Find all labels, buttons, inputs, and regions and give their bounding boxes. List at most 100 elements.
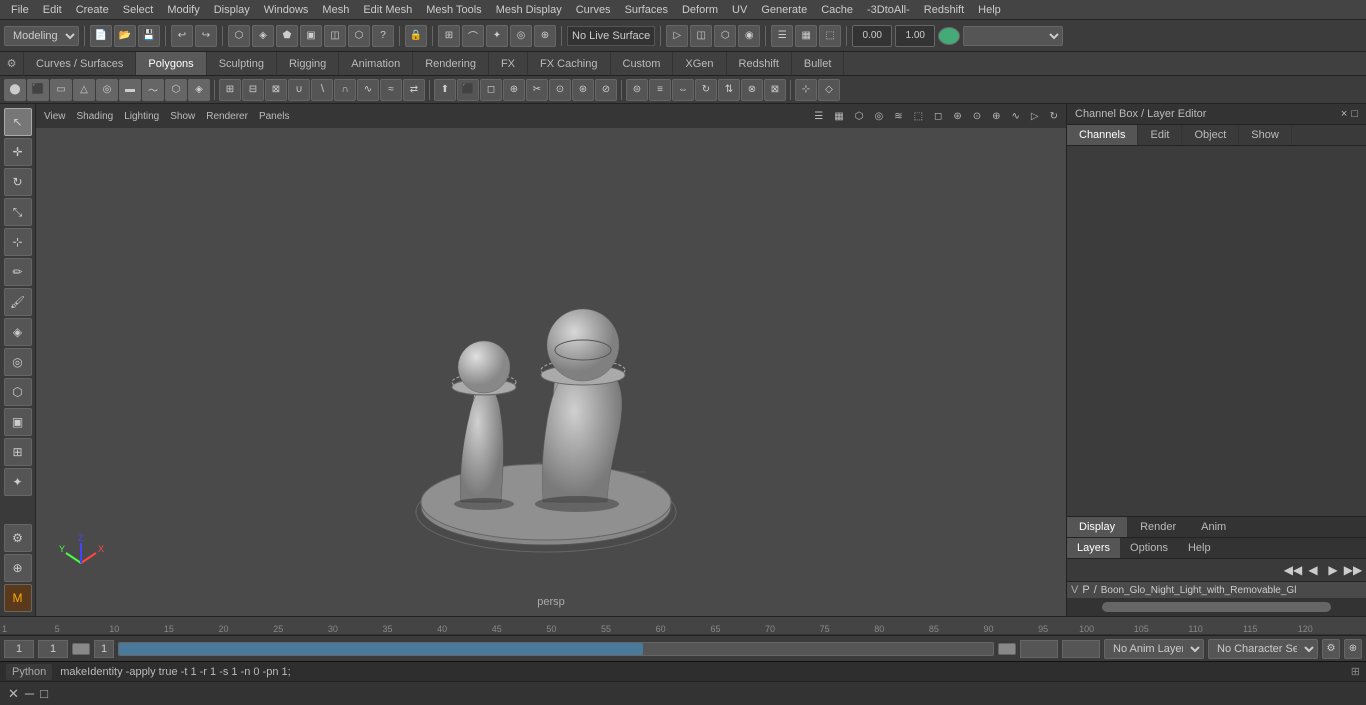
layer-scrollbar-thumb[interactable] (1102, 602, 1332, 612)
poly-special-btn[interactable]: ◈ (188, 79, 210, 101)
wedge-btn[interactable]: ◇ (818, 79, 840, 101)
tab-fx[interactable]: FX (489, 52, 528, 75)
vp-icon-10[interactable]: ⊕ (988, 111, 1004, 122)
scale-tool-btn[interactable]: ⤡ (4, 198, 32, 226)
menu-surfaces[interactable]: Surfaces (618, 0, 675, 19)
window-close-btn[interactable]: ✕ (8, 686, 19, 702)
layer-prev-prev-btn[interactable]: ◀◀ (1284, 561, 1302, 579)
menu-3dtoall[interactable]: -3DtoAll- (860, 0, 917, 19)
tool-11[interactable]: ▣ (4, 408, 32, 436)
channels-tab[interactable]: Channels (1067, 125, 1138, 145)
anim-layer-selector[interactable]: No Anim Layer (1104, 639, 1204, 659)
select-tool-btn[interactable]: ↖ (4, 108, 32, 136)
options-tab[interactable]: Options (1120, 538, 1178, 558)
snap-center[interactable]: ⊕ (534, 25, 556, 47)
lock-btn[interactable]: 🔒 (405, 25, 427, 47)
menu-edit-mesh[interactable]: Edit Mesh (356, 0, 419, 19)
spin-edge-btn[interactable]: ↻ (695, 79, 717, 101)
vp-icon-1[interactable]: ☰ (810, 111, 827, 122)
poly-sphere-btn[interactable]: ⬤ (4, 79, 26, 101)
menu-select[interactable]: Select (116, 0, 161, 19)
layer-next-next-btn[interactable]: ▶▶ (1344, 561, 1362, 579)
tab-custom[interactable]: Custom (611, 52, 674, 75)
window-minimize-btn[interactable]: ─ (25, 686, 34, 701)
tab-settings-icon[interactable]: ⚙ (0, 52, 24, 76)
layer-item[interactable]: V P / Boon_Glo_Night_Light_with_Removabl… (1067, 582, 1366, 598)
poly-prism-btn[interactable]: ⬡ (165, 79, 187, 101)
tool-13[interactable]: ✦ (4, 468, 32, 496)
bool-union-btn[interactable]: ∪ (288, 79, 310, 101)
frame-field-3[interactable] (94, 640, 114, 658)
view-btn1[interactable]: ☰ (771, 25, 793, 47)
layer-next-btn[interactable]: ▶ (1324, 561, 1342, 579)
layer-prev-btn[interactable]: ◀ (1304, 561, 1322, 579)
menu-cache[interactable]: Cache (814, 0, 860, 19)
fill-hole-btn[interactable]: ◻ (480, 79, 502, 101)
poly-torus-btn[interactable]: ◎ (96, 79, 118, 101)
render-btn2[interactable]: ◫ (690, 25, 712, 47)
separate-btn[interactable]: ⊟ (242, 79, 264, 101)
menu-windows[interactable]: Windows (257, 0, 316, 19)
object-tab[interactable]: Object (1182, 125, 1239, 145)
timeline-range-slider[interactable] (118, 642, 994, 656)
tab-sculpting[interactable]: Sculpting (207, 52, 277, 75)
window-maximize-btn[interactable]: □ (40, 686, 48, 701)
tool-settings-btn[interactable]: ⚙ (4, 524, 32, 552)
vp-icon-5[interactable]: ≋ (890, 111, 906, 122)
poly-helix-btn[interactable]: 〜 (142, 79, 164, 101)
anim-range-start-input[interactable]: 120 (1020, 640, 1058, 658)
snap-surface[interactable]: ◎ (510, 25, 532, 47)
menu-deform[interactable]: Deform (675, 0, 725, 19)
viewport-renderer-menu[interactable]: Renderer (202, 111, 252, 122)
vp-icon-3[interactable]: ⬡ (851, 111, 868, 122)
transfer-btn[interactable]: ⇄ (403, 79, 425, 101)
anim-range-end-input[interactable]: 200 (1062, 640, 1100, 658)
anim-settings-btn[interactable]: ⚙ (1322, 639, 1340, 659)
select-mode-6[interactable]: ⬡ (348, 25, 370, 47)
viewport-show-menu[interactable]: Show (166, 111, 199, 122)
viewport-shading-menu[interactable]: Shading (73, 111, 118, 122)
average-btn[interactable]: ≈ (380, 79, 402, 101)
undo-button[interactable]: ↩ (171, 25, 193, 47)
extrude-btn[interactable]: ⬆ (434, 79, 456, 101)
viewport-canvas[interactable]: X Y Z persp (36, 104, 1066, 616)
tab-curves-surfaces[interactable]: Curves / Surfaces (24, 52, 136, 75)
rotate-tool-btn[interactable]: ↻ (4, 168, 32, 196)
tab-animation[interactable]: Animation (339, 52, 413, 75)
vp-icon-7[interactable]: ◻ (930, 111, 946, 122)
select-mode-2[interactable]: ◈ (252, 25, 274, 47)
tab-bullet[interactable]: Bullet (792, 52, 845, 75)
menu-generate[interactable]: Generate (754, 0, 814, 19)
colorspace-icon[interactable] (938, 27, 960, 45)
snap-point[interactable]: ✦ (486, 25, 508, 47)
vp-icon-13[interactable]: ↻ (1046, 111, 1062, 122)
insert-loop-btn[interactable]: ⊜ (626, 79, 648, 101)
anim-keying-btn[interactable]: ⊕ (1344, 639, 1362, 659)
tool-12[interactable]: ⊞ (4, 438, 32, 466)
help-tab[interactable]: Help (1178, 538, 1221, 558)
right-panel-maximize[interactable]: □ (1351, 108, 1358, 120)
menu-edit[interactable]: Edit (36, 0, 69, 19)
vp-icon-6[interactable]: ⬚ (910, 111, 927, 122)
vp-icon-8[interactable]: ⊛ (949, 111, 965, 122)
snap-grid[interactable]: ⊞ (438, 25, 460, 47)
menu-help[interactable]: Help (971, 0, 1008, 19)
paint-tool-btn[interactable]: ✏ (4, 258, 32, 286)
menu-display[interactable]: Display (207, 0, 257, 19)
current-frame-input[interactable] (4, 640, 34, 658)
render-btn1[interactable]: ▷ (666, 25, 688, 47)
menu-mesh-display[interactable]: Mesh Display (489, 0, 569, 19)
combine-btn[interactable]: ⊞ (219, 79, 241, 101)
tab-fx-caching[interactable]: FX Caching (528, 52, 610, 75)
edit2-btn[interactable]: ✂ (526, 79, 548, 101)
display-tab[interactable]: Display (1067, 517, 1128, 537)
tab-rigging[interactable]: Rigging (277, 52, 339, 75)
poly-cylinder-btn[interactable]: ▭ (50, 79, 72, 101)
render-tab[interactable]: Render (1128, 517, 1189, 537)
tool-17[interactable]: ⊕ (4, 554, 32, 582)
open-scene-button[interactable]: 📂 (114, 25, 136, 47)
save-scene-button[interactable]: 💾 (138, 25, 160, 47)
select-mode-1[interactable]: ⬡ (228, 25, 250, 47)
soft-sel-btn[interactable]: ◎ (4, 348, 32, 376)
bool-diff-btn[interactable]: ∖ (311, 79, 333, 101)
